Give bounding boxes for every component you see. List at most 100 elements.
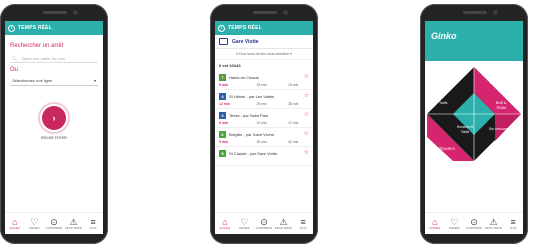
home-icon: ⌂ [12, 217, 18, 227]
destination: Hauts du Chazal [229, 74, 259, 80]
phone-realtime: ‹ TEMPS RÉEL Gare Viotte ▾ Tous sens de … [210, 4, 318, 244]
nav-item-more[interactable]: ≡ PLUS [84, 217, 103, 230]
warning-icon: ⚠ [279, 217, 288, 227]
next-departure: 12 min [219, 101, 231, 106]
current-time: Il est 10h43 [219, 63, 241, 68]
bottom-nav: ⌂ ACCUEIL ♡ FAVORIS ⊙ À PROXIMITÉ ⚠ INFOS TR… [425, 212, 523, 234]
menu-icon: ≡ [90, 217, 96, 227]
nav-item-traffic[interactable]: ⚠ INFOS TRAFIC [274, 217, 293, 230]
screen-search: ‹ TEMPS RÉEL Rechercher un arrêt 🔍︎ Tape… [5, 21, 103, 234]
nav-label: À PROXIMITÉ [465, 227, 483, 230]
nav-item-traffic[interactable]: ⚠ INFOS TRAFIC [64, 217, 83, 230]
heart-icon: ♡ [30, 217, 39, 227]
second-departure: 15 min [256, 82, 267, 87]
location-pin-icon: ⊙ [470, 217, 478, 227]
menu-icon: ≡ [510, 217, 516, 227]
itineraries-tile[interactable]: ITINÉRAIRES [429, 147, 459, 152]
location-pin-icon: ⊙ [260, 217, 268, 227]
nav-label: FAVORIS [449, 227, 460, 230]
line-select-value: Sélectionnez une ligne [12, 78, 53, 83]
nav-label: ACCUEIL [9, 227, 21, 230]
destination: Temis - par Saint Paul [229, 112, 269, 118]
nav-item-nearby[interactable]: ⊙ À PROXIMITÉ [44, 217, 63, 230]
tarifs-tile[interactable]: Tarifs [439, 101, 447, 106]
nav-label: À PROXIMITÉ [45, 227, 63, 230]
line-badge: 5 [219, 149, 226, 157]
nav-label: PLUS [89, 227, 97, 230]
nav-item-favorites[interactable]: ♡ FAVORIS [235, 217, 254, 230]
departure-row[interactable]: 3 Temis - par Saint Paul ☆ 5 min 10 min 12 mi… [215, 109, 313, 128]
star-icon[interactable]: ☆ [304, 150, 309, 156]
phone-home: Ginko TEMPS RÉEL Tarifs BUS & TRAM Horai… [420, 4, 528, 244]
custom-tile[interactable]: Sur mesure [487, 127, 509, 132]
brand-header: Ginko [425, 21, 523, 61]
star-icon[interactable]: ☆ [304, 112, 309, 118]
nav-item-traffic[interactable]: ⚠ INFOS TRAFIC [484, 217, 503, 230]
heart-icon: ♡ [240, 217, 249, 227]
ginko-logo: Ginko [431, 31, 457, 41]
direction-filter[interactable]: ▾ Tous sens de bus sous sélection ▾ [215, 49, 313, 60]
phone-speaker [43, 11, 67, 14]
location-pin-icon: ⊙ [50, 217, 58, 227]
locate-label: ROCHE FOYER [41, 136, 67, 140]
second-departure: 25 min [256, 139, 267, 144]
third-departure: 18 min [287, 82, 299, 87]
schedules-tile[interactable]: Horaires & Tarifs [455, 125, 475, 134]
locate-button[interactable]: › [38, 102, 70, 134]
star-icon[interactable]: ☆ [304, 131, 309, 137]
warning-icon: ⚠ [69, 217, 78, 227]
next-departure: 9 min [219, 82, 229, 87]
nav-item-favorites[interactable]: ♡ FAVORIS [25, 217, 44, 230]
back-icon[interactable]: ‹ [218, 24, 225, 32]
phone-speaker [463, 11, 487, 14]
departure-row[interactable]: 4 St Hilaire - par Les Vaites ☆ 12 min 29 mi… [215, 90, 313, 109]
bottom-nav: ⌂ ACCUEIL ♡ FAVORIS ⊙ À PROXIMITÉ ⚠ INFOS TR… [5, 212, 103, 234]
back-icon[interactable]: ‹ [8, 24, 15, 32]
nav-item-nearby[interactable]: ⊙ À PROXIMITÉ [254, 217, 273, 230]
third-departure: 12 min [287, 120, 299, 125]
nav-item-more[interactable]: ≡ PLUS [294, 217, 313, 230]
nav-label: ACCUEIL [429, 227, 441, 230]
star-icon[interactable]: ☆ [304, 74, 309, 80]
nav-item-home[interactable]: ⌂ ACCUEIL [5, 217, 24, 230]
phone-camera [73, 10, 78, 15]
departure-row[interactable]: 6 Bregille - par Saint Vivent ☆ 9 min 25 min… [215, 128, 313, 147]
departure-row[interactable]: 7 Hauts du Chazal ☆ 9 min 15 min 18 min [215, 71, 313, 90]
realtime-tile[interactable]: TEMPS RÉEL [489, 81, 511, 86]
bus-icon [219, 38, 228, 45]
nav-label: PLUS [299, 227, 307, 230]
nav-item-home[interactable]: ⌂ ACCUEIL [215, 217, 234, 230]
heart-icon: ♡ [450, 217, 459, 227]
search-icon: 🔍︎ [12, 55, 18, 61]
phone-camera [283, 10, 288, 15]
next-departure: 5 min [219, 120, 229, 125]
home-icon: ⌂ [432, 217, 438, 227]
home-menu-hub: TEMPS RÉEL Tarifs BUS & TRAM Horaires & … [425, 61, 523, 213]
warning-icon: ⚠ [489, 217, 498, 227]
stop-search-field[interactable]: 🔍︎ Tapez une partie du nom [10, 54, 98, 63]
nav-item-favorites[interactable]: ♡ FAVORIS [445, 217, 464, 230]
nav-label: FAVORIS [239, 227, 250, 230]
screen-home: Ginko TEMPS RÉEL Tarifs BUS & TRAM Horai… [425, 21, 523, 234]
line-badge: 4 [219, 92, 226, 100]
nav-label: À PROXIMITÉ [255, 227, 273, 230]
star-icon[interactable]: ☆ [304, 93, 309, 99]
header-bar: ‹ TEMPS RÉEL [5, 21, 103, 35]
nav-label: INFOS TRAFIC [274, 227, 293, 230]
nav-item-nearby[interactable]: ⊙ À PROXIMITÉ [464, 217, 483, 230]
line-badge: 3 [219, 111, 226, 119]
phone-speaker [253, 11, 277, 14]
destination: St Hilaire - par Les Vaites [229, 93, 275, 99]
header-title: TEMPS RÉEL [228, 25, 262, 31]
screen-realtime: ‹ TEMPS RÉEL Gare Viotte ▾ Tous sens de … [215, 21, 313, 234]
line-select[interactable]: Sélectionnez une ligne ▾ [10, 76, 98, 86]
nav-item-more[interactable]: ≡ PLUS [504, 217, 523, 230]
bus-tram-tile[interactable]: BUS & TRAM [491, 101, 511, 110]
search-placeholder: Tapez une partie du nom [21, 55, 66, 61]
home-icon: ⌂ [222, 217, 228, 227]
nav-item-home[interactable]: ⌂ ACCUEIL [425, 217, 444, 230]
header-title: TEMPS RÉEL [18, 25, 52, 31]
third-departure: 42 min [287, 139, 299, 144]
departure-row[interactable]: 5 St Claude - par Gare Viotte ☆ [215, 147, 313, 166]
second-departure: 29 min [256, 101, 267, 106]
